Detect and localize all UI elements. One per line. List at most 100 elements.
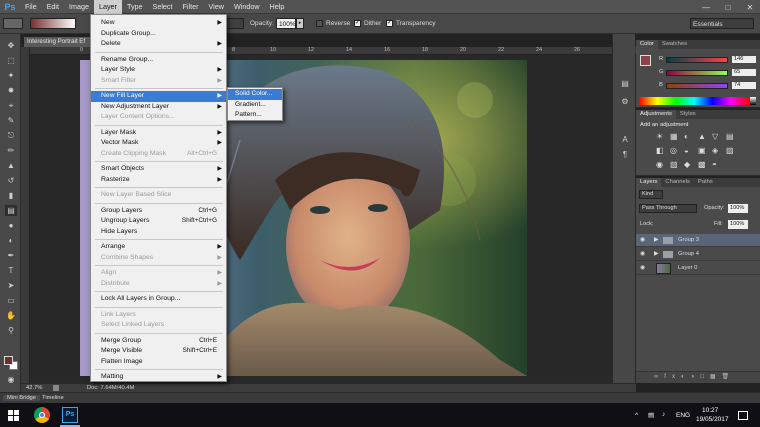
lasso-tool-icon[interactable]: ✦ — [5, 70, 17, 81]
type-tool-icon[interactable]: T — [5, 265, 17, 276]
maximize-icon[interactable]: □ — [717, 0, 739, 14]
status-icon[interactable] — [53, 385, 59, 391]
blur-tool-icon[interactable]: ● — [5, 220, 17, 231]
move-tool-icon[interactable]: ✥ — [5, 40, 17, 51]
language-indicator[interactable]: ENG — [676, 412, 690, 419]
foreground-color-chip[interactable] — [640, 55, 651, 66]
menu-item-matting[interactable]: Matting ▶ — [91, 372, 226, 383]
transparency-checkbox[interactable]: ✓ — [386, 20, 393, 27]
menu-filter[interactable]: Filter — [178, 0, 204, 14]
pen-tool-icon[interactable]: ✒ — [5, 250, 17, 261]
tab-adjustments[interactable]: Adjustments — [636, 110, 676, 119]
tab-paths[interactable]: Paths — [694, 178, 717, 187]
menu-item-ungroup-layers[interactable]: Ungroup Layers Shift+Ctrl+G — [91, 216, 226, 227]
tab-channels[interactable]: Channels — [661, 178, 694, 187]
submenu-item-gradient[interactable]: Gradient... — [228, 100, 282, 111]
menu-window[interactable]: Window — [229, 0, 265, 14]
layers-fill-input[interactable]: 100% — [728, 220, 748, 229]
windows-start-icon[interactable] — [8, 410, 19, 421]
menu-item-flatten-image[interactable]: Flatten Image — [91, 357, 226, 368]
menu-type[interactable]: Type — [122, 0, 148, 14]
marquee-tool-icon[interactable]: ⬚ — [5, 55, 17, 66]
submenu-item-solid-color[interactable]: Solid Color... — [228, 89, 282, 100]
dodge-tool-icon[interactable]: ◐ — [5, 235, 17, 246]
adjustment-icon[interactable]: ▨ — [726, 146, 734, 155]
menu-item-duplicate-group[interactable]: Duplicate Group... — [91, 29, 226, 40]
adjustment-icon[interactable]: ◆ — [684, 160, 690, 169]
menu-item-smart-objects[interactable]: Smart Objects ▶ — [91, 164, 226, 175]
gradient-picker[interactable] — [30, 18, 76, 29]
adjustment-icon[interactable]: ◐ — [684, 132, 689, 141]
eyedropper-icon[interactable]: ✎ — [5, 115, 17, 126]
photoshop-taskbar-icon[interactable]: Ps — [62, 407, 78, 423]
network-icon[interactable]: ▤ — [648, 411, 654, 419]
adjustment-icon[interactable]: ▲ — [698, 132, 706, 141]
clone-stamp-icon[interactable]: ▲ — [5, 160, 17, 171]
r-slider[interactable] — [666, 57, 728, 63]
g-value[interactable]: 65 — [732, 69, 756, 76]
r-value[interactable]: 146 — [732, 56, 756, 63]
adjustment-icon[interactable]: ◓ — [712, 160, 717, 169]
layers-footer-icons[interactable]: ∞fx◐◑□▦🗑 — [636, 371, 760, 383]
opacity-input[interactable]: 100% — [276, 18, 296, 29]
tab-styles[interactable]: Styles — [676, 110, 700, 119]
tab-mini-bridge[interactable]: Mini Bridge — [3, 395, 40, 401]
adjustment-icon[interactable]: ▩ — [698, 160, 706, 169]
dither-checkbox[interactable]: ✓ — [354, 20, 361, 27]
chrome-taskbar-icon[interactable] — [34, 407, 50, 423]
layer-row[interactable]: ◉ ▶ Group 4 — [636, 248, 760, 261]
minimize-icon[interactable]: — — [695, 0, 717, 14]
adjustment-icon[interactable]: ▽ — [712, 132, 718, 141]
character-panel-icon[interactable]: A — [619, 134, 631, 145]
menu-item-rename-group[interactable]: Rename Group... — [91, 55, 226, 66]
menu-image[interactable]: Image — [64, 0, 94, 14]
menu-item-layer-mask[interactable]: Layer Mask ▶ — [91, 128, 226, 139]
adjustment-icon[interactable]: ▤ — [726, 132, 734, 141]
brush-tool-icon[interactable]: ✏ — [5, 145, 17, 156]
menu-item-lock-all-layers-in-group[interactable]: Lock All Layers in Group... — [91, 294, 226, 305]
clock-date[interactable]: 19/05/2017 — [696, 416, 729, 423]
healing-brush-icon[interactable]: ⎋ — [5, 130, 17, 141]
menu-edit[interactable]: Edit — [42, 0, 64, 14]
quick-mask-icon[interactable]: ◉ — [5, 374, 17, 385]
tray-chevron-icon[interactable]: ^ — [635, 412, 638, 419]
action-center-icon[interactable] — [738, 411, 748, 420]
menu-file[interactable]: File — [20, 0, 42, 14]
menu-select[interactable]: Select — [148, 0, 178, 14]
document-tab[interactable]: Interesting Portrait Ef — [24, 37, 90, 47]
menu-item-arrange[interactable]: Arrange ▶ — [91, 242, 226, 253]
tab-layers[interactable]: Layers — [636, 178, 662, 187]
workspace-select[interactable]: Essentials — [690, 18, 754, 29]
g-slider[interactable] — [666, 70, 728, 76]
adjustment-icon[interactable]: ◉ — [656, 160, 663, 169]
group-expand-icon[interactable]: ▶ — [654, 248, 658, 261]
visibility-eye-icon[interactable]: ◉ — [640, 248, 645, 261]
visibility-eye-icon[interactable]: ◉ — [640, 234, 645, 247]
menu-item-new[interactable]: New ▶ — [91, 18, 226, 29]
adjustment-icon[interactable]: ▧ — [670, 160, 678, 169]
menu-item-layer-style[interactable]: Layer Style ▶ — [91, 65, 226, 76]
filter-kind-select[interactable]: Kind — [639, 190, 663, 199]
reverse-checkbox[interactable] — [316, 20, 323, 27]
tab-timeline[interactable]: Timeline — [42, 395, 64, 401]
b-slider[interactable] — [666, 83, 728, 89]
blend-mode-select[interactable]: Pass Through — [639, 204, 697, 213]
clock-time[interactable]: 10:27 — [702, 407, 718, 414]
submenu-item-pattern[interactable]: Pattern... — [228, 110, 282, 121]
foreground-color-swatch[interactable] — [4, 356, 13, 365]
hand-tool-icon[interactable]: ✋ — [5, 310, 17, 321]
tool-preset-icon[interactable] — [3, 18, 23, 29]
adjustment-icon[interactable]: ▣ — [698, 146, 706, 155]
adjustment-icon[interactable]: ◒ — [684, 146, 689, 155]
menu-item-new-adjustment-layer[interactable]: New Adjustment Layer ▶ — [91, 102, 226, 113]
menu-item-delete[interactable]: Delete ▶ — [91, 39, 226, 50]
eraser-icon[interactable]: ▮ — [5, 190, 17, 201]
group-expand-icon[interactable]: ▶ — [654, 234, 658, 247]
menu-item-merge-group[interactable]: Merge Group Ctrl+E — [91, 336, 226, 347]
zoom-level[interactable]: 42.7% — [26, 385, 42, 391]
close-icon[interactable]: ✕ — [739, 0, 760, 14]
menu-view[interactable]: View — [204, 0, 229, 14]
properties-panel-icon[interactable]: ⚙ — [619, 96, 631, 107]
layers-opacity-input[interactable]: 100% — [728, 204, 748, 213]
volume-icon[interactable]: ♪ — [662, 411, 665, 418]
